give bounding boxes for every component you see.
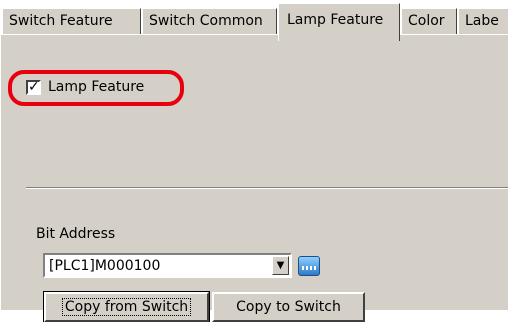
tab-switch-common[interactable]: Switch Common	[142, 8, 277, 34]
separator	[26, 187, 508, 189]
lamp-feature-panel: ✓ Lamp Feature Bit Address [PLC1]M000100…	[0, 34, 508, 322]
lamp-feature-label: Lamp Feature	[48, 79, 145, 95]
tab-label: Color	[408, 13, 445, 29]
copy-to-switch-button[interactable]: Copy to Switch	[212, 292, 365, 322]
tab-label: Lamp Feature	[287, 12, 384, 28]
tab-switch-feature[interactable]: Switch Feature	[2, 8, 141, 34]
tab-label[interactable]: Labe	[458, 8, 508, 34]
tab-label: Switch Feature	[9, 13, 113, 29]
button-label: Copy from Switch	[61, 298, 192, 316]
tab-lamp-feature[interactable]: Lamp Feature	[278, 3, 400, 41]
tab-label: Switch Common	[149, 13, 263, 29]
bit-address-combobox[interactable]: [PLC1]M000100 ▼	[43, 253, 292, 278]
lamp-feature-option: ✓ Lamp Feature	[8, 70, 184, 108]
button-label: Copy to Switch	[236, 299, 341, 315]
tab-color[interactable]: Color	[401, 8, 457, 34]
check-icon: ✓	[28, 79, 40, 95]
copy-from-switch-button[interactable]: Copy from Switch	[43, 291, 210, 322]
tab-label: Labe	[465, 13, 499, 29]
bit-address-label: Bit Address	[36, 226, 116, 242]
bit-address-value: [PLC1]M000100	[49, 258, 161, 274]
lamp-feature-checkbox[interactable]: ✓	[26, 80, 41, 95]
chevron-down-icon[interactable]: ▼	[272, 256, 289, 275]
address-input-icon[interactable]	[298, 256, 320, 276]
